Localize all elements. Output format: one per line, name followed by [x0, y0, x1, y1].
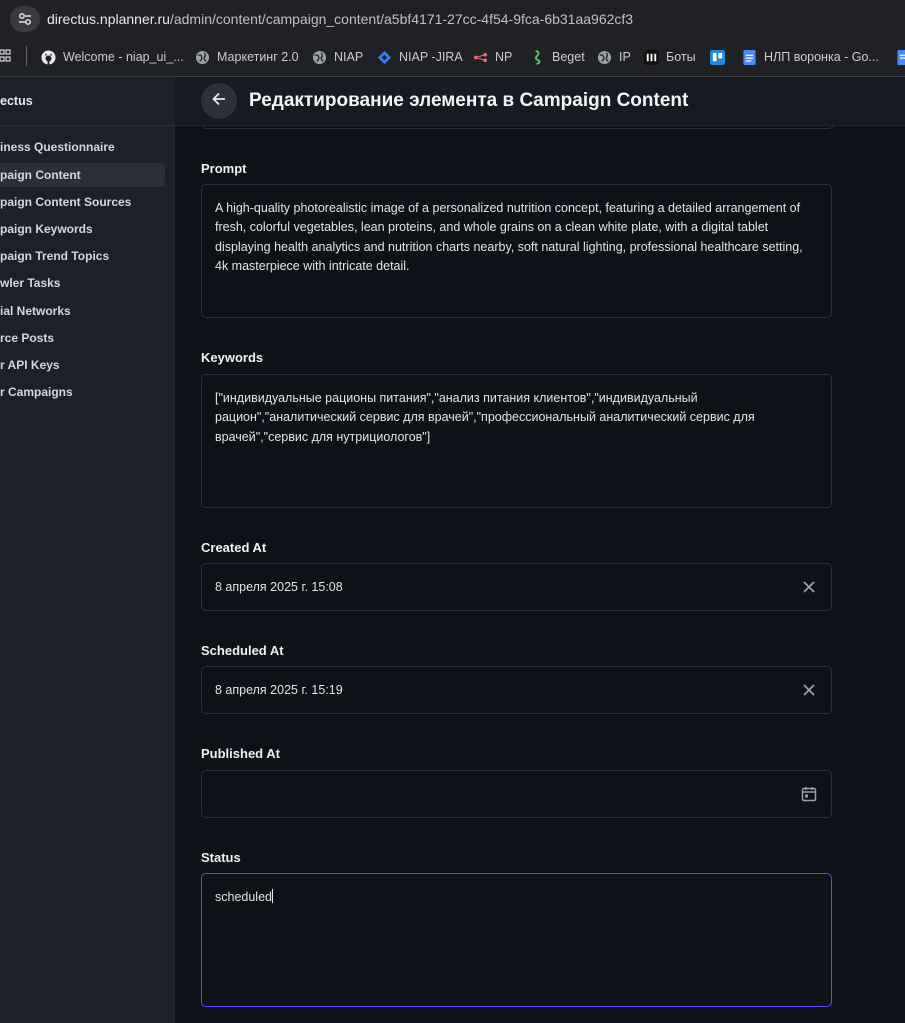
browser-address-bar: directus.nplanner.ru/admin/content/campa…: [0, 0, 905, 38]
sidebar-item-campaign-keywords[interactable]: paign Keywords: [0, 217, 165, 241]
bookmark-marketing[interactable]: Маркетинг 2.0: [195, 48, 299, 66]
sidebar-item-campaign-trend-topics[interactable]: paign Trend Topics: [0, 244, 165, 268]
globe-icon: [195, 50, 210, 65]
jira-icon: [377, 50, 392, 65]
sidebar-item-crawler-tasks[interactable]: wler Tasks: [0, 271, 165, 295]
published-at-label: Published At: [201, 746, 280, 761]
trello-icon: [710, 49, 725, 65]
status-value-wrap: scheduled: [215, 888, 817, 907]
header-bar: Редактирование элемента в Campaign Conte…: [175, 77, 905, 126]
bookmark-niap[interactable]: NIAP: [312, 48, 363, 66]
back-button[interactable]: [201, 83, 237, 119]
keywords-value: ["индивидуальные рационы питания","анали…: [215, 391, 755, 444]
bookmark-trello[interactable]: [710, 48, 732, 66]
link-icon: [473, 50, 488, 65]
bots-icon: [644, 49, 659, 65]
text-cursor: [272, 889, 273, 903]
close-icon[interactable]: [801, 579, 817, 595]
sidebar-item-user-campaigns[interactable]: r Campaigns: [0, 380, 165, 404]
created-at-value: 8 апреля 2025 г. 15:08: [215, 580, 343, 594]
scheduled-at-label: Scheduled At: [201, 643, 284, 658]
sidebar-item-campaign-content-sources[interactable]: paign Content Sources: [0, 190, 165, 214]
apps-grid-icon[interactable]: [0, 49, 12, 70]
arrow-left-icon: [211, 91, 227, 112]
bookmarks-divider: [26, 46, 27, 66]
globe-icon: [597, 50, 612, 65]
prompt-value: A high-quality photorealistic image of a…: [215, 201, 803, 273]
project-name: ectus: [0, 94, 33, 108]
bookmark-overflow[interactable]: [896, 48, 905, 66]
page-title: Редактирование элемента в Campaign Conte…: [249, 90, 689, 111]
bookmark-ip[interactable]: IP: [597, 48, 631, 66]
calendar-icon[interactable]: [801, 786, 817, 802]
bookmark-bots[interactable]: Боты: [644, 48, 696, 66]
status-textarea[interactable]: scheduled: [201, 873, 832, 1007]
url-text[interactable]: directus.nplanner.ru/admin/content/campa…: [47, 11, 633, 27]
docs-icon: [896, 49, 905, 65]
bookmark-welcome[interactable]: Welcome - niap_ui_...: [41, 48, 184, 66]
edit-form: Prompt A high-quality photorealistic ima…: [175, 126, 905, 1023]
prompt-label: Prompt: [201, 161, 247, 176]
sidebar-item-business-questionnaire[interactable]: iness Questionnaire: [0, 135, 165, 159]
sidebar-item-social-networks[interactable]: ial Networks: [0, 299, 165, 323]
prompt-textarea[interactable]: A high-quality photorealistic image of a…: [201, 184, 832, 318]
sidebar-header: ectus: [0, 77, 175, 126]
scheduled-at-value: 8 апреля 2025 г. 15:19: [215, 683, 343, 697]
site-settings-icon[interactable]: [10, 6, 40, 32]
created-at-field[interactable]: 8 апреля 2025 г. 15:08: [201, 563, 832, 611]
scheduled-at-field[interactable]: 8 апреля 2025 г. 15:19: [201, 666, 832, 714]
status-value: scheduled: [215, 890, 272, 904]
globe-icon: [312, 50, 327, 65]
github-icon: [41, 49, 56, 65]
sidebar: ectus iness Questionnaire paign Content …: [0, 77, 175, 1023]
sidebar-item-source-posts[interactable]: rce Posts: [0, 326, 165, 350]
keywords-textarea[interactable]: ["индивидуальные рационы питания","анали…: [201, 374, 832, 508]
sidebar-item-campaign-content[interactable]: paign Content: [0, 163, 165, 187]
bookmark-niap-jira[interactable]: NIAP -JIRA: [377, 48, 463, 66]
bookmark-np[interactable]: NP: [473, 48, 512, 66]
keywords-label: Keywords: [201, 350, 264, 365]
sidebar-item-user-api-keys[interactable]: r API Keys: [0, 353, 165, 377]
bookmark-nlp-funnel[interactable]: НЛП воронка - Go...: [742, 48, 879, 66]
status-label: Status: [201, 850, 241, 865]
created-at-label: Created At: [201, 540, 267, 555]
bookmark-beget[interactable]: Beget: [530, 48, 585, 66]
previous-field-edge: [201, 126, 834, 129]
beget-icon: [530, 49, 545, 65]
close-icon[interactable]: [801, 682, 817, 698]
published-at-field[interactable]: [201, 770, 832, 818]
docs-icon: [742, 49, 757, 65]
